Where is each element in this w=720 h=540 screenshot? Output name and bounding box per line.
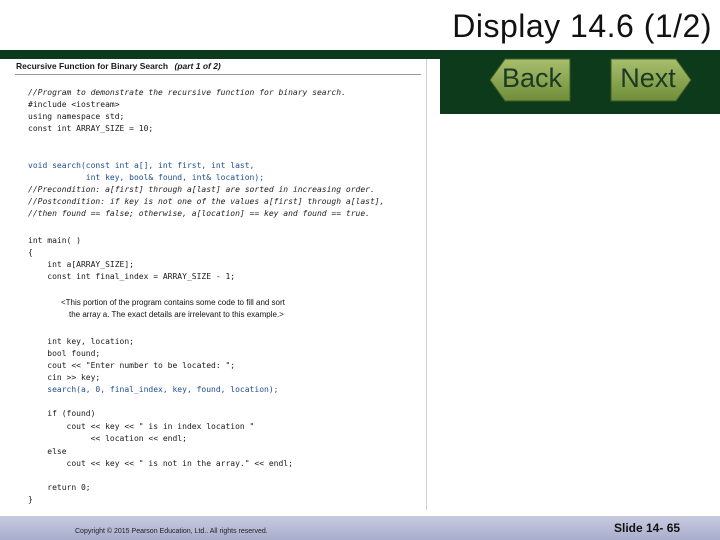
code-line: const int final_index = ARRAY_SIZE - 1; [28,272,236,281]
slide-title: Display 14.6 (1/2) [452,8,712,44]
code-line: #include <iostream> [28,100,120,109]
code-line: int a[ARRAY_SIZE]; [28,260,134,269]
code-line: bool found; [28,349,101,358]
panel-heading-part: (part 1 of 2) [174,61,221,71]
code-line: //Precondition: a[first] through a[last]… [28,185,375,194]
next-button-label: Next [620,63,676,93]
slide-number: Slide 14- 65 [614,521,681,535]
code-omission-note: the array a. The exact details are irrel… [69,310,284,319]
code-line: if (found) [28,409,96,418]
code-line: const int ARRAY_SIZE = 10; [28,124,154,133]
code-display-panel: Recursive Function for Binary Search (pa… [11,59,427,510]
panel-heading-title: Recursive Function for Binary Search [16,61,169,71]
code-omission-note: <This portion of the program contains so… [61,298,285,307]
code-line: int main( ) [28,236,81,245]
next-button[interactable]: Next [610,58,692,102]
code-line: else [28,447,67,456]
panel-heading: Recursive Function for Binary Search (pa… [16,61,221,71]
back-button[interactable]: Back [489,58,571,102]
code-line: //Program to demonstrate the recursive f… [28,88,346,97]
code-line: int key, bool& found, int& location); [28,173,265,182]
code-line: << location << endl; [28,434,187,443]
code-line: int key, location; [28,337,134,346]
code-line: cin >> key; [28,373,101,382]
heading-divider [15,74,421,75]
code-line: return 0; [28,483,91,492]
back-button-label: Back [501,63,563,93]
code-line: cout << key << " is not in the array." <… [28,459,293,468]
code-line: } [28,495,33,504]
code-line: cout << "Enter number to be located: "; [28,361,236,370]
code-line: { [28,248,33,257]
code-line: //then found == false; otherwise, a[loca… [28,209,370,218]
code-line: //Postcondition: if key is not one of th… [28,197,385,206]
code-line: cout << key << " is in index location " [28,422,255,431]
code-line: using namespace std; [28,112,125,121]
copyright-text: Copyright © 2015 Pearson Education, Ltd.… [75,528,268,535]
code-line: search(a, 0, final_index, key, found, lo… [28,385,279,394]
code-line: void search(const int a[], int first, in… [28,161,255,170]
